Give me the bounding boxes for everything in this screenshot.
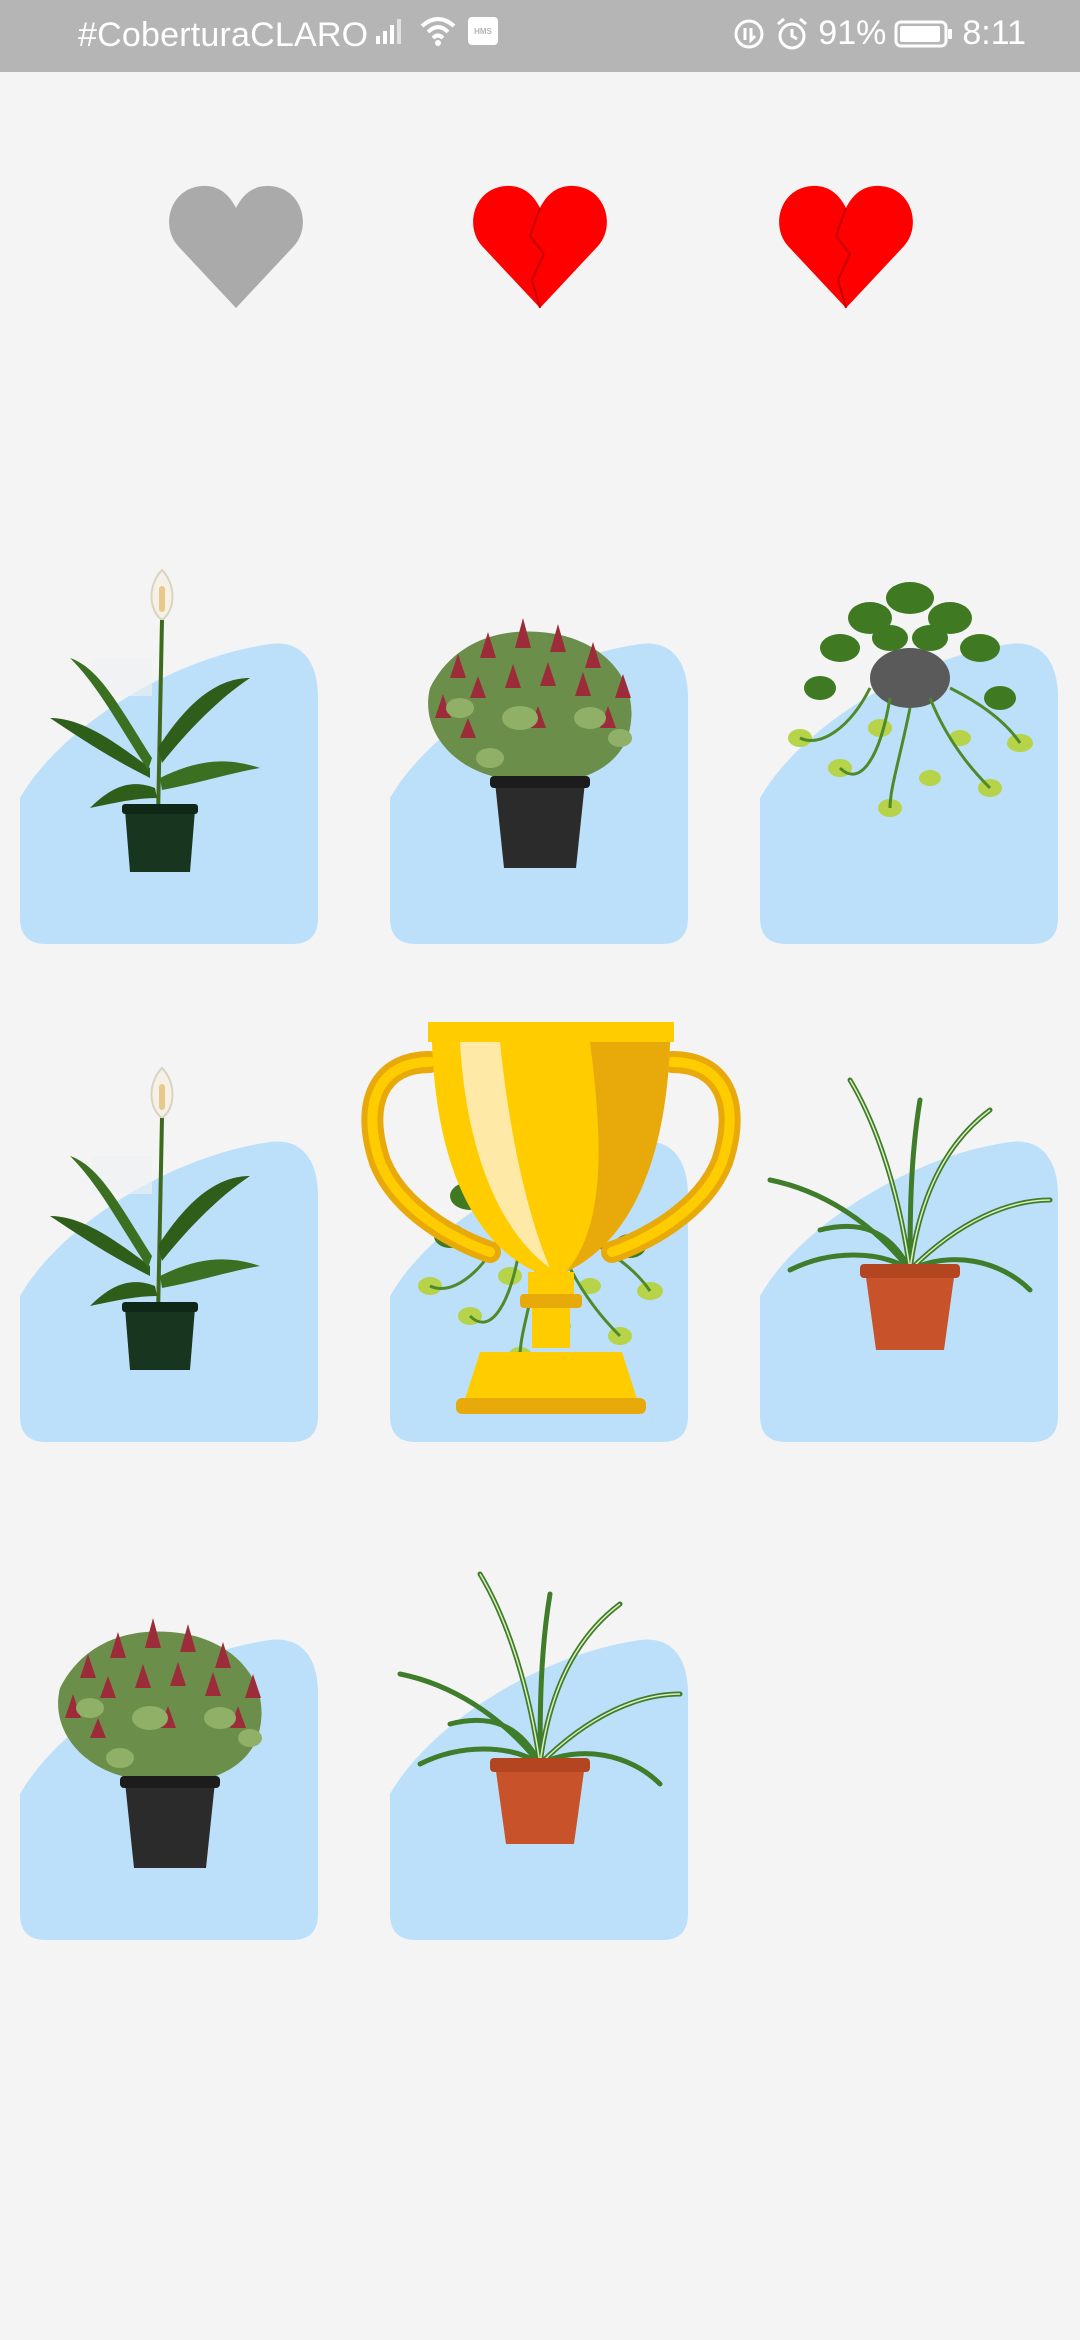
signal-icon — [376, 19, 401, 44]
heart-lost-icon — [169, 185, 303, 308]
status-bar: #CoberturaCLARO HMS 91% 8:11 — [0, 0, 1080, 72]
cactus-image — [428, 618, 632, 868]
plant-card[interactable] — [760, 580, 1058, 944]
plant-card[interactable] — [390, 588, 688, 944]
heart-broken-icon — [779, 185, 913, 309]
plant-card[interactable] — [20, 1066, 318, 1442]
peace-lily-image — [48, 568, 262, 874]
trophy-icon — [361, 1022, 741, 1414]
wifi-icon — [420, 17, 456, 46]
battery-percent: 91% — [818, 14, 887, 52]
cactus-image — [58, 1618, 262, 1868]
plant-card[interactable] — [390, 1584, 688, 1940]
clock: 8:11 — [962, 14, 1026, 52]
alarm-icon — [777, 17, 808, 49]
carrier-label: #CoberturaCLARO — [78, 16, 369, 54]
data-saver-icon — [734, 19, 764, 48]
status-icons-left: HMS — [374, 14, 498, 48]
spider-plant-image — [390, 1564, 688, 1864]
lives-indicator — [0, 180, 1080, 320]
plant-card[interactable] — [20, 1584, 318, 1940]
peace-lily-image — [48, 1066, 262, 1372]
hms-icon: HMS — [468, 17, 498, 45]
battery-icon — [894, 20, 953, 47]
spider-plant-image — [760, 1070, 1058, 1370]
status-icons-right: 91% 8:11 — [732, 14, 1026, 53]
pothos-image — [786, 580, 1035, 819]
heart-broken-icon — [473, 185, 607, 309]
plant-card[interactable] — [20, 568, 318, 944]
plant-card[interactable] — [760, 1086, 1058, 1442]
